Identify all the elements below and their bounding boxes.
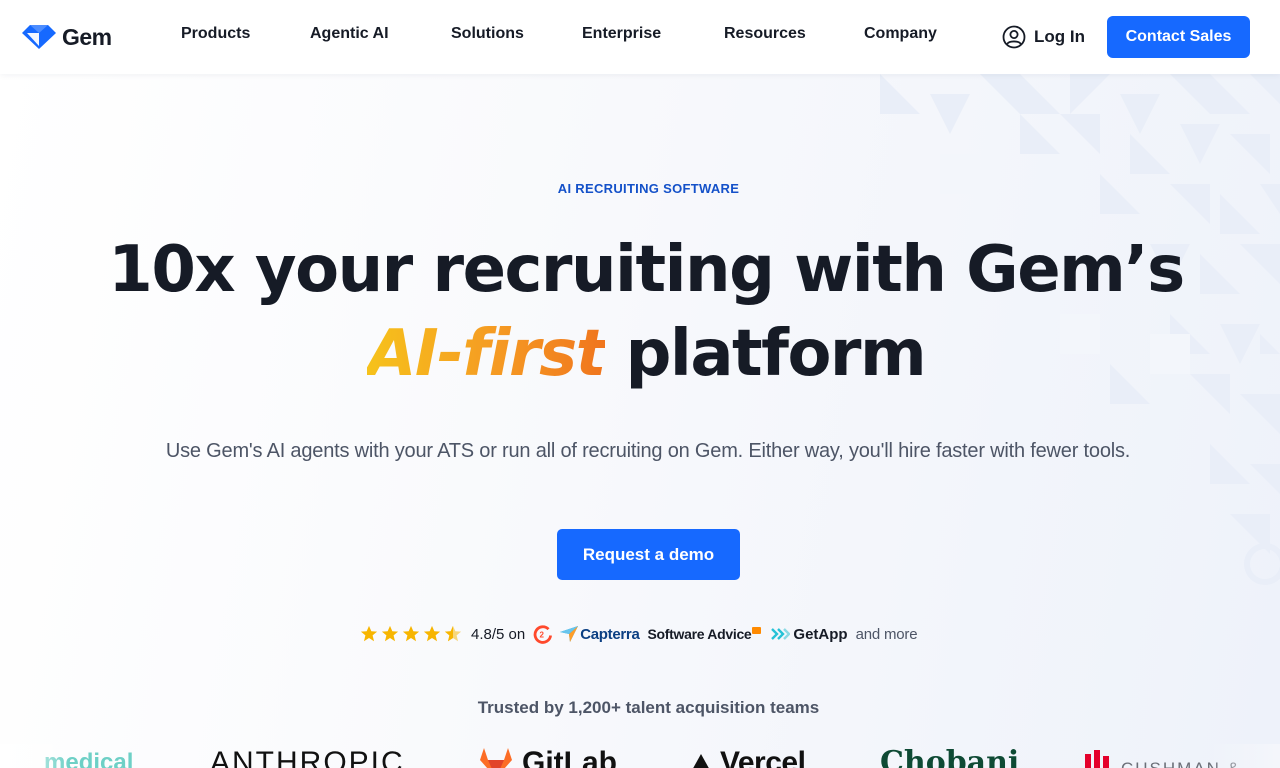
- capterra-logo[interactable]: Capterra: [560, 625, 640, 643]
- logo-gitlab: GitLab: [476, 748, 617, 768]
- rating-row: 4.8/5 on 2 Capterra Software Advice GetA…: [360, 622, 918, 646]
- hero-headline-line2: AI-first platform: [0, 318, 1280, 390]
- nav-agentic-ai[interactable]: Agentic AI: [310, 25, 389, 49]
- gem-logo[interactable]: Gem: [22, 22, 112, 52]
- capterra-label: Capterra: [580, 625, 640, 643]
- user-circle-icon: [1002, 25, 1026, 49]
- nav-solutions[interactable]: Solutions: [451, 25, 524, 49]
- vercel-label: Vercel: [720, 746, 806, 768]
- trusted-by-label: Trusted by 1,200+ talent acquisition tea…: [477, 698, 820, 717]
- nav-company[interactable]: Company: [864, 25, 937, 49]
- site-header: Gem Products Agentic AI Solutions Enterp…: [0, 0, 1280, 74]
- logo-anthropic: ANTHROPIC: [210, 746, 405, 768]
- getapp-icon: [771, 628, 791, 640]
- logo-chobani: Chobani: [880, 745, 1020, 768]
- and-more-text: and more: [855, 625, 918, 643]
- logos-fade-left: [0, 744, 70, 768]
- star-icon: [423, 625, 441, 642]
- nav-enterprise[interactable]: Enterprise: [582, 25, 661, 49]
- logos-fade-right: [1210, 744, 1280, 768]
- headline-rest: platform: [604, 317, 927, 391]
- logo-text: Gem: [62, 23, 112, 50]
- customer-logos: medical ANTHROPIC GitLab Vercel Chobani …: [0, 744, 1280, 768]
- g2-icon[interactable]: 2: [533, 624, 553, 644]
- svg-text:2: 2: [540, 631, 545, 640]
- software-advice-flag-icon: [752, 626, 762, 634]
- star-rating: [360, 625, 462, 643]
- headline-highlight: AI-first: [366, 317, 606, 391]
- hero-subtitle: Use Gem's AI agents with your ATS or run…: [165, 440, 1131, 462]
- request-demo-button[interactable]: Request a demo: [557, 529, 740, 580]
- login-label: Log In: [1034, 27, 1085, 46]
- rating-text: 4.8/5 on: [471, 625, 526, 643]
- nav-resources[interactable]: Resources: [724, 25, 806, 49]
- capterra-icon: [560, 626, 579, 642]
- vercel-icon: [693, 754, 709, 768]
- nav-products[interactable]: Products: [181, 25, 250, 49]
- star-icon: [360, 625, 378, 642]
- logo-vercel: Vercel: [690, 746, 806, 768]
- hero-eyebrow: AI RECRUITING SOFTWARE: [557, 181, 740, 196]
- star-icon: [381, 625, 399, 642]
- software-advice-label: Software Advice: [647, 626, 752, 642]
- cushman-icon: [1085, 750, 1109, 768]
- star-icon: [402, 625, 420, 642]
- software-advice-logo[interactable]: Software Advice: [648, 626, 762, 642]
- getapp-logo[interactable]: GetApp: [770, 625, 848, 643]
- getapp-label: GetApp: [793, 625, 848, 643]
- gitlab-icon: [480, 748, 512, 768]
- gem-logo-icon: [22, 25, 56, 49]
- hero-headline-line1: 10x your recruiting with Gem’s: [108, 233, 1185, 307]
- login-link[interactable]: Log In: [1002, 24, 1085, 50]
- half-star-icon: [444, 625, 462, 642]
- contact-sales-button[interactable]: Contact Sales: [1107, 16, 1250, 58]
- gitlab-label: GitLab: [522, 746, 617, 768]
